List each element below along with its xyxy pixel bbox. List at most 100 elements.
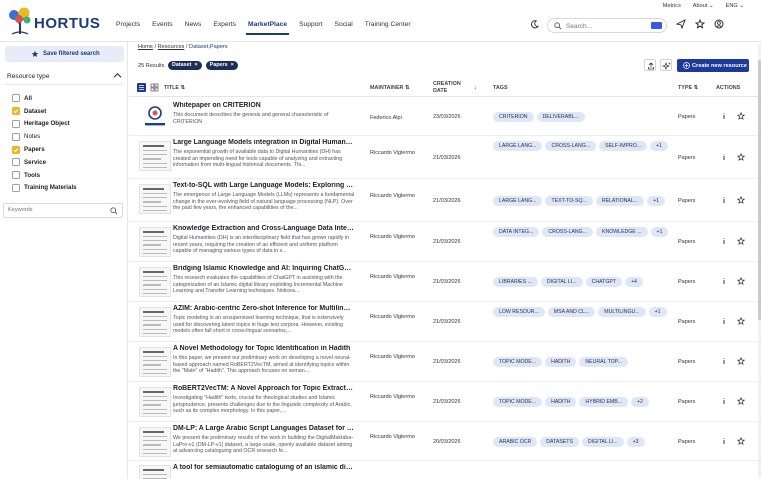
paper-thumbnail[interactable] (139, 387, 171, 417)
tag-chip[interactable]: DATA INTEG... (493, 227, 540, 237)
grid-view-icon[interactable] (150, 83, 159, 92)
tag-chip[interactable]: DIGITAL LI... (581, 437, 624, 447)
paper-thumbnail[interactable] (139, 307, 171, 337)
table-row[interactable]: AZIM: Arabic-centric Zero-shot Inference… (129, 302, 762, 342)
info-icon[interactable] (721, 437, 727, 445)
paper-thumbnail[interactable] (139, 347, 171, 377)
about-menu[interactable]: About ⌄ (693, 3, 714, 9)
tag-chip[interactable]: CHATGPT (585, 277, 622, 287)
keyboard-icon[interactable] (651, 22, 662, 29)
search-icon[interactable] (110, 207, 118, 215)
filter-chip-papers[interactable]: Papers × (205, 61, 238, 70)
tag-chip[interactable]: LARGE LANG... (493, 196, 543, 206)
tag-chip[interactable]: TOPIC MODE... (493, 357, 543, 367)
checkbox-checked[interactable] (12, 107, 20, 116)
star-icon[interactable] (737, 112, 745, 120)
tag-chip[interactable]: RELATIONAL... (595, 196, 645, 206)
language-menu[interactable]: ENG ⌄ (726, 3, 744, 9)
nav-experts[interactable]: Experts (213, 21, 236, 28)
tag-chip[interactable]: DATASETS (540, 437, 579, 447)
paper-thumbnail[interactable] (139, 227, 171, 257)
checkbox[interactable] (12, 171, 20, 180)
filter-option[interactable]: Notes (12, 130, 77, 143)
tag-chip[interactable]: NEURAL TOP... (579, 357, 628, 367)
tag-chip[interactable]: SELF-IMPRO... (599, 141, 648, 151)
search-input[interactable] (566, 21, 646, 31)
close-icon[interactable]: × (194, 62, 197, 68)
star-icon[interactable] (695, 19, 705, 29)
info-icon[interactable] (721, 237, 727, 245)
table-row[interactable]: DM-LP: A Large Arabic Script Languages D… (129, 422, 762, 461)
tag-chip[interactable]: MSA AND CL... (547, 307, 596, 317)
filter-chip-dataset[interactable]: Dataset × (168, 61, 202, 70)
tag-chip[interactable]: LOW RESOUR... (493, 307, 545, 317)
filter-option[interactable]: All (12, 92, 77, 105)
tag-chip[interactable]: TEXT-TO-SQ... (545, 196, 593, 206)
column-maintainer[interactable]: MAINTAINER ⇅ (370, 85, 409, 91)
filter-option[interactable]: Heritage Object (12, 118, 77, 131)
keywords-field[interactable] (3, 203, 123, 218)
checkbox[interactable] (12, 132, 20, 141)
info-icon[interactable] (721, 112, 727, 120)
star-icon[interactable] (737, 153, 745, 161)
info-icon[interactable] (721, 317, 727, 325)
tag-chip[interactable]: CROSS-LANG... (542, 227, 594, 237)
share-button[interactable] (644, 59, 656, 71)
column-type[interactable]: TYPE ⇅ (678, 85, 698, 91)
sort-desc-icon[interactable]: ↓ (474, 85, 477, 91)
nav-projects[interactable]: Projects (116, 21, 140, 28)
more-tags-chip[interactable]: +1 (647, 196, 665, 206)
star-icon[interactable] (737, 397, 745, 405)
resource-title[interactable]: Knowledge Extraction and Cross-Language … (173, 225, 354, 232)
info-icon[interactable] (721, 357, 727, 365)
filter-option[interactable]: Dataset (12, 105, 77, 118)
tag-chip[interactable]: MULTILINGU... (598, 307, 646, 317)
search-bar[interactable] (547, 18, 667, 33)
more-tags-chip[interactable]: +1 (650, 227, 669, 237)
filter-option[interactable]: Training Materials (12, 182, 77, 195)
tag-chip[interactable]: KNOWLEDGE ... (596, 227, 648, 237)
checkbox[interactable] (12, 119, 20, 128)
tag-chip[interactable]: LIBRARIES ... (493, 277, 538, 287)
more-tags-chip[interactable]: +3 (626, 437, 645, 447)
paper-thumbnail[interactable] (139, 141, 171, 171)
keywords-input[interactable] (8, 207, 98, 213)
resource-title[interactable]: RoBERT2VecTM: A Novel Approach for Topic… (173, 385, 354, 392)
user-icon[interactable] (714, 19, 724, 29)
nav-support[interactable]: Support (299, 21, 322, 28)
chevron-up-icon[interactable] (113, 72, 122, 79)
filter-option[interactable]: Tools (12, 169, 77, 182)
tag-chip[interactable]: CROSS-LANG... (545, 141, 597, 151)
nav-marketplace[interactable]: MarketPlace (246, 21, 290, 35)
column-title[interactable]: TITLE ⇅ (164, 85, 185, 91)
table-row[interactable]: Whitepaper on CRITERION This document des… (129, 98, 762, 136)
nav-social[interactable]: Social (335, 21, 353, 28)
list-view-icon[interactable] (137, 83, 146, 92)
resource-title[interactable]: Whitepaper on CRITERION (173, 102, 354, 109)
info-icon[interactable] (721, 196, 727, 204)
tag-chip[interactable]: HADITH (545, 357, 577, 367)
table-row[interactable]: Large Language Models integration in Dig… (129, 136, 762, 179)
hortus-logo[interactable]: HORTUS (6, 6, 101, 36)
column-creation-date[interactable]: CREATION DATE (433, 81, 461, 95)
tag-chip[interactable]: HADITH (545, 397, 577, 407)
sort-icon[interactable]: ⇅ (405, 85, 410, 91)
nav-training-center[interactable]: Training Center (365, 21, 411, 28)
metrics-link[interactable]: Metrics (663, 3, 681, 9)
nav-news[interactable]: News (185, 21, 202, 28)
resource-title[interactable]: DM-LP: A Large Arabic Script Languages D… (173, 425, 354, 432)
table-row[interactable]: A Novel Methodology for Topic Identifica… (129, 342, 762, 382)
save-filtered-search-button[interactable]: Save filtered search (5, 46, 124, 62)
resource-title[interactable]: Bridging Islamic Knowledge and AI: Inqui… (173, 265, 354, 272)
more-tags-chip[interactable]: +1 (648, 307, 667, 317)
checkbox-checked[interactable] (12, 145, 20, 154)
resource-title[interactable]: Text-to-SQL with Large Language Models: … (173, 182, 354, 189)
close-icon[interactable]: × (231, 62, 234, 68)
sort-icon[interactable]: ⇅ (180, 85, 185, 91)
tag-chip[interactable]: TOPIC MODE... (493, 397, 543, 407)
sort-icon[interactable]: ⇅ (694, 85, 699, 91)
paper-thumbnail[interactable] (139, 184, 171, 214)
customize-columns-button[interactable] (660, 59, 672, 71)
resource-title[interactable]: A tool for semiautomatic cataloguing of … (173, 464, 354, 471)
tag-chip[interactable]: DIGITAL LI... (540, 277, 583, 287)
